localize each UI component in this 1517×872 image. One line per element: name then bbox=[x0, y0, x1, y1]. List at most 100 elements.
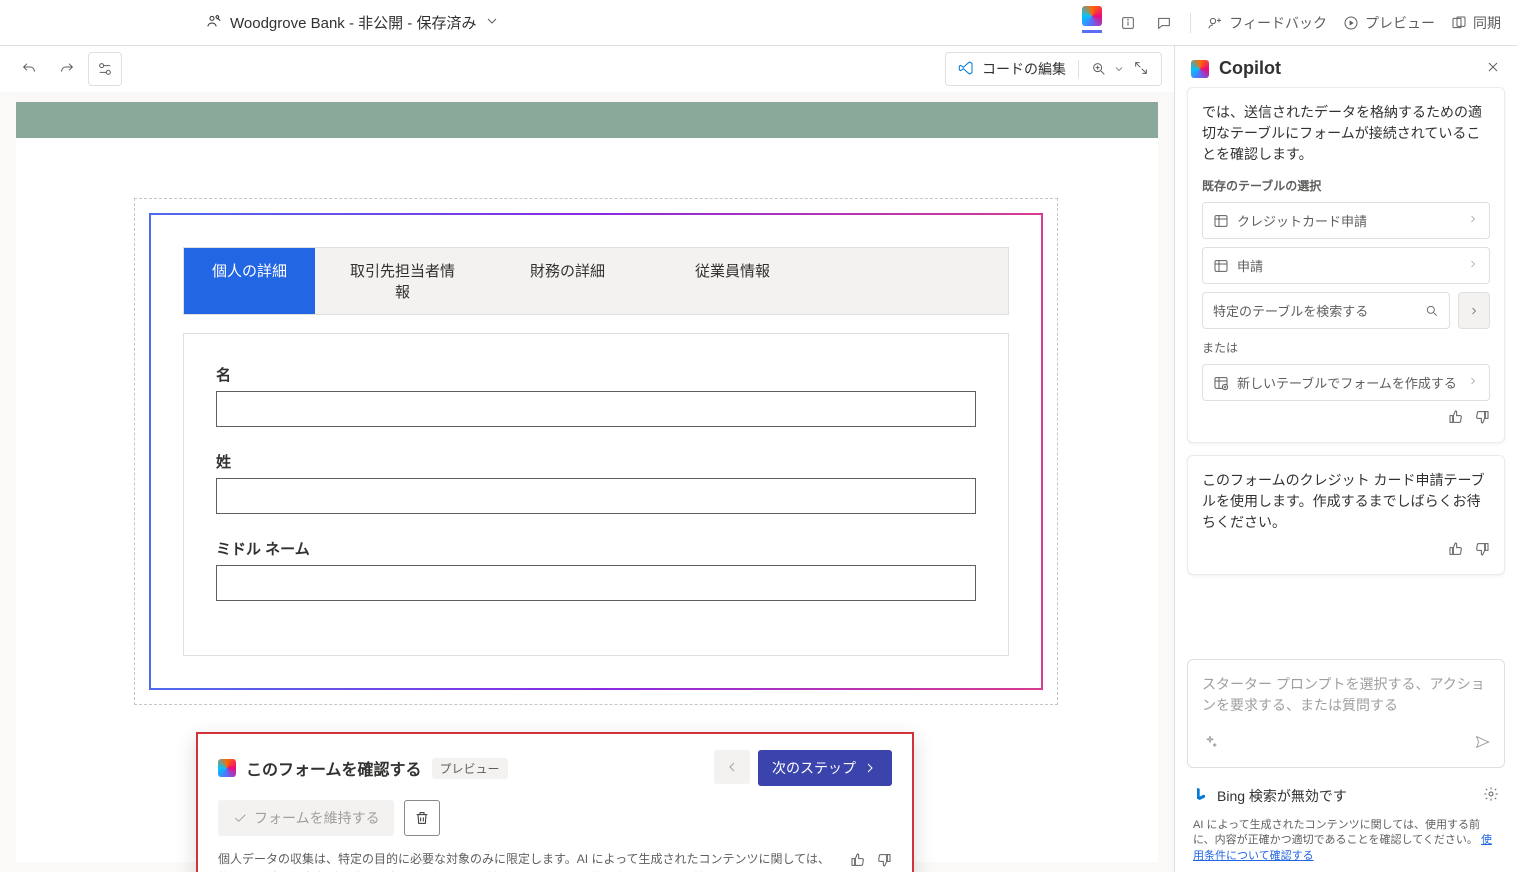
input-first-name[interactable] bbox=[216, 391, 976, 427]
review-header: このフォームを確認する プレビュー 次のステップ bbox=[218, 750, 892, 786]
bing-icon bbox=[1193, 786, 1209, 805]
chevron-right-icon bbox=[1467, 373, 1479, 392]
zoom-dropdown[interactable] bbox=[1091, 61, 1125, 77]
card-text: このフォームのクレジット カード申請テーブルを使用します。作成するまでしばらくお… bbox=[1202, 470, 1490, 533]
feedback-label: フィードバック bbox=[1229, 13, 1327, 33]
label-first-name: 名 bbox=[216, 364, 976, 385]
toolbar-right: コードの編集 bbox=[945, 52, 1162, 86]
form-card[interactable]: 個人の詳細 取引先担当者情報 財務の詳細 従業員情報 名 姓 ミドル ネーム bbox=[149, 213, 1043, 690]
send-icon[interactable] bbox=[1474, 734, 1490, 753]
chevron-down-icon[interactable] bbox=[484, 13, 500, 32]
canvas-surface: 個人の詳細 取引先担当者情報 財務の詳細 従業員情報 名 姓 ミドル ネーム bbox=[16, 102, 1158, 862]
copilot-card-status: このフォームのクレジット カード申請テーブルを使用します。作成するまでしばらくお… bbox=[1187, 455, 1505, 575]
header-actions: フィードバック プレビュー 同期 bbox=[1082, 13, 1501, 33]
next-step-label: 次のステップ bbox=[772, 758, 856, 778]
separator bbox=[1190, 13, 1191, 33]
settings-button[interactable] bbox=[88, 52, 122, 86]
copilot-card-connect: では、送信されたデータを格納するための適切なテーブルにフォームが接続されているこ… bbox=[1187, 87, 1505, 443]
option-label: 新しいテーブルでフォームを作成する bbox=[1237, 373, 1457, 392]
option-new-table[interactable]: 新しいテーブルでフォームを作成する bbox=[1202, 364, 1490, 401]
card-text: では、送信されたデータを格納するための適切なテーブルにフォームが接続されているこ… bbox=[1202, 102, 1490, 165]
search-placeholder: 特定のテーブルを検索する bbox=[1213, 301, 1425, 320]
copilot-prompt-box[interactable]: スターター プロンプトを選択する、アクションを要求する、または質問する bbox=[1187, 659, 1505, 768]
thumbs-up-icon[interactable] bbox=[1448, 541, 1464, 560]
sync-label: 同期 bbox=[1473, 13, 1501, 33]
thumbs-down-icon[interactable] bbox=[1474, 409, 1490, 428]
thumbs-up-icon[interactable] bbox=[850, 852, 866, 871]
copilot-footer-disclaimer: AI によって生成されたコンテンツに関しては、使用する前に、内容が正確かつ適切で… bbox=[1175, 814, 1517, 872]
tab-employee[interactable]: 従業員情報 bbox=[645, 248, 820, 314]
sparkle-icon[interactable] bbox=[1202, 734, 1218, 753]
canvas-toolbar: コードの編集 bbox=[0, 46, 1174, 92]
review-actions: フォームを維持する bbox=[218, 800, 892, 836]
comment-icon[interactable] bbox=[1154, 13, 1174, 33]
main-area: コードの編集 個人の詳細 bbox=[0, 46, 1517, 872]
preview-link[interactable]: プレビュー bbox=[1343, 13, 1435, 33]
card-thumbs bbox=[1202, 541, 1490, 560]
input-middle-name[interactable] bbox=[216, 565, 976, 601]
copilot-tab-icon[interactable] bbox=[1082, 13, 1102, 33]
chevron-right-icon bbox=[1467, 211, 1479, 230]
existing-tables-label: 既存のテーブルの選択 bbox=[1202, 177, 1490, 194]
input-last-name[interactable] bbox=[216, 478, 976, 514]
app-title-group: Woodgrove Bank - 非公開 - 保存済み bbox=[206, 12, 500, 33]
option-credit-card[interactable]: クレジットカード申請 bbox=[1202, 202, 1490, 239]
feedback-thumbs bbox=[850, 852, 892, 871]
review-title: このフォームを確認する bbox=[246, 756, 422, 780]
close-icon[interactable] bbox=[1485, 59, 1501, 78]
tab-contact[interactable]: 取引先担当者情報 bbox=[315, 248, 490, 314]
share-icon bbox=[206, 13, 222, 32]
card-thumbs bbox=[1202, 409, 1490, 428]
option-apply[interactable]: 申請 bbox=[1202, 247, 1490, 284]
thumbs-up-icon[interactable] bbox=[1448, 409, 1464, 428]
delete-form-button[interactable] bbox=[404, 800, 440, 836]
form-tabs: 個人の詳細 取引先担当者情報 財務の詳細 従業員情報 bbox=[183, 247, 1009, 315]
redo-button[interactable] bbox=[50, 52, 84, 86]
copilot-icon bbox=[1191, 60, 1209, 78]
feedback-link[interactable]: フィードバック bbox=[1207, 13, 1327, 33]
chevron-right-icon bbox=[1467, 256, 1479, 275]
thumbs-down-icon[interactable] bbox=[1474, 541, 1490, 560]
gear-icon[interactable] bbox=[1483, 786, 1499, 805]
app-title: Woodgrove Bank - 非公開 - 保存済み bbox=[230, 12, 476, 33]
canvas-pane: コードの編集 個人の詳細 bbox=[0, 46, 1174, 872]
prev-step-button[interactable] bbox=[714, 750, 750, 784]
undo-button[interactable] bbox=[12, 52, 46, 86]
fullscreen-button[interactable] bbox=[1133, 60, 1149, 79]
info-icon[interactable] bbox=[1118, 13, 1138, 33]
review-footer: 個人データの収集は、特定の目的に必要な対象のみに限定します。AI によって生成さ… bbox=[218, 850, 892, 872]
table-search-row: 特定のテーブルを検索する bbox=[1202, 292, 1490, 329]
sync-link[interactable]: 同期 bbox=[1451, 13, 1501, 33]
table-search-input[interactable]: 特定のテーブルを検索する bbox=[1202, 292, 1450, 329]
prompt-actions bbox=[1202, 734, 1490, 753]
preview-label: プレビュー bbox=[1365, 13, 1435, 33]
vscode-icon bbox=[958, 60, 974, 79]
next-step-button[interactable]: 次のステップ bbox=[758, 750, 892, 786]
label-middle-name: ミドル ネーム bbox=[216, 538, 976, 559]
page-banner bbox=[16, 102, 1158, 138]
code-edit-button[interactable]: コードの編集 bbox=[945, 52, 1162, 86]
thumbs-down-icon[interactable] bbox=[876, 852, 892, 871]
prompt-placeholder: スターター プロンプトを選択する、アクションを要求する、または質問する bbox=[1202, 674, 1490, 716]
copilot-icon bbox=[218, 759, 236, 777]
form-body: 名 姓 ミドル ネーム bbox=[183, 333, 1009, 656]
bing-label: Bing 検索が無効です bbox=[1217, 786, 1347, 806]
bing-status-row: Bing 検索が無効です bbox=[1175, 778, 1517, 814]
or-label: または bbox=[1202, 339, 1490, 356]
review-popup: このフォームを確認する プレビュー 次のステップ bbox=[196, 732, 914, 872]
label-last-name: 姓 bbox=[216, 451, 976, 472]
canvas-wrap: 個人の詳細 取引先担当者情報 財務の詳細 従業員情報 名 姓 ミドル ネーム bbox=[0, 92, 1174, 872]
tab-personal[interactable]: 個人の詳細 bbox=[184, 248, 315, 314]
review-disclaimer: 個人データの収集は、特定の目的に必要な対象のみに限定します。AI によって生成さ… bbox=[218, 850, 838, 872]
copilot-body: では、送信されたデータを格納するための適切なテーブルにフォームが接続されているこ… bbox=[1175, 87, 1517, 659]
copilot-panel: Copilot では、送信されたデータを格納するための適切なテーブルにフォームが… bbox=[1174, 46, 1517, 872]
copilot-header: Copilot bbox=[1175, 46, 1517, 87]
option-label: クレジットカード申請 bbox=[1237, 211, 1367, 230]
keep-form-button[interactable]: フォームを維持する bbox=[218, 800, 394, 836]
tab-financial[interactable]: 財務の詳細 bbox=[490, 248, 645, 314]
keep-form-label: フォームを維持する bbox=[254, 808, 380, 828]
preview-badge: プレビュー bbox=[432, 758, 508, 779]
option-label: 申請 bbox=[1237, 256, 1263, 275]
search-go-button[interactable] bbox=[1458, 292, 1490, 329]
form-container-outline: 個人の詳細 取引先担当者情報 財務の詳細 従業員情報 名 姓 ミドル ネーム bbox=[134, 198, 1058, 705]
